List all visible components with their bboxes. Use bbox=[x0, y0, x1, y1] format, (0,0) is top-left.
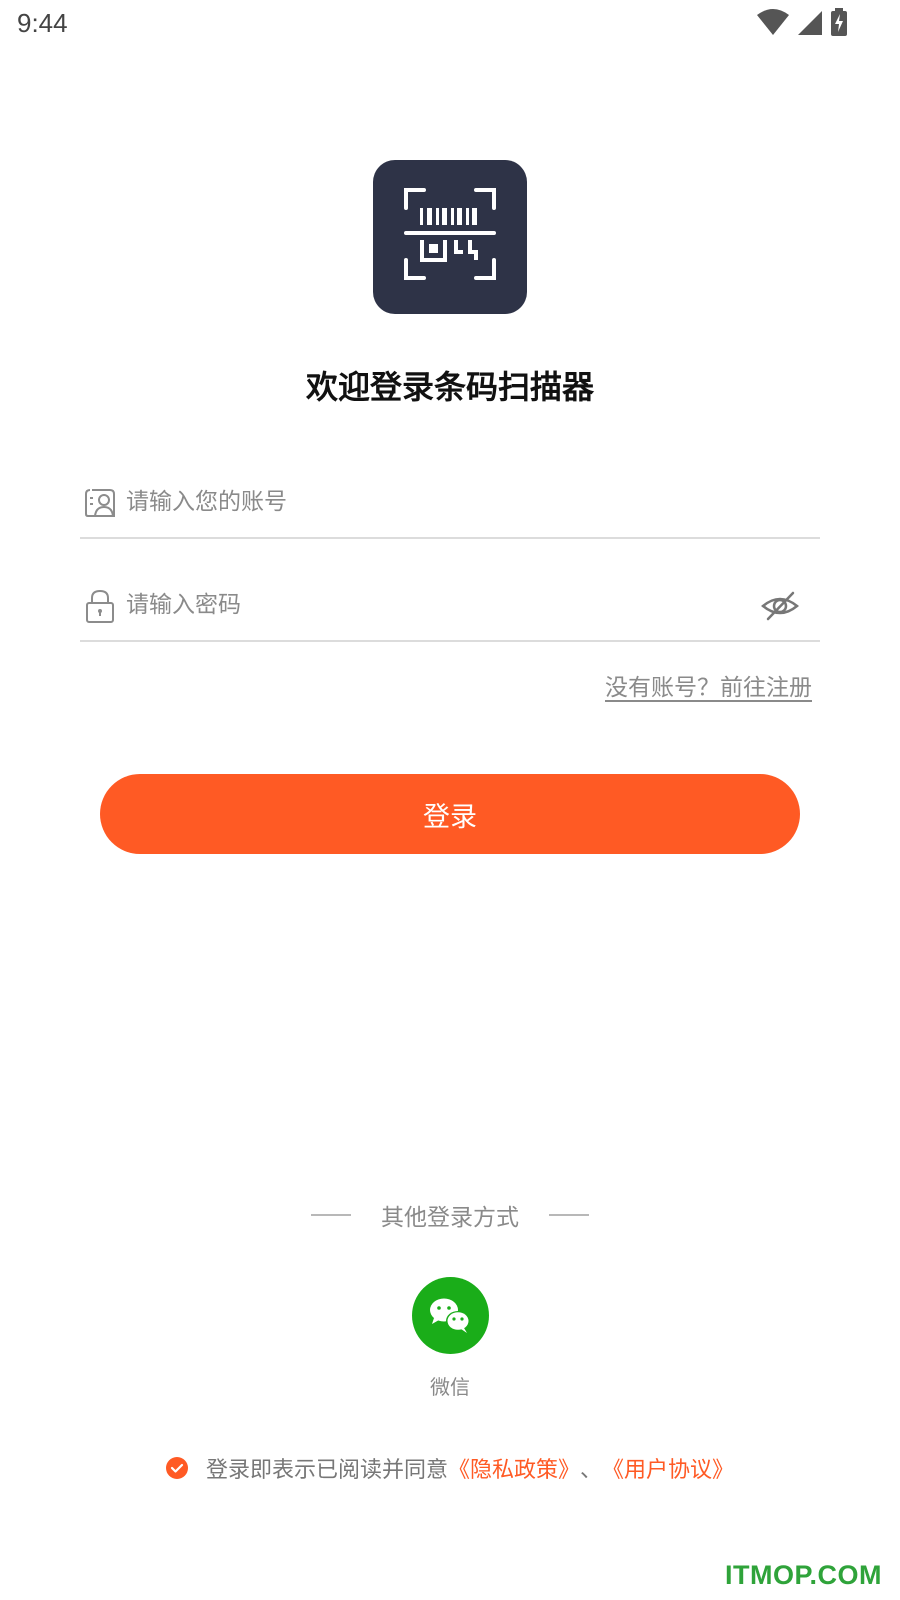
agreement-prefix: 登录即表示已阅读并同意 bbox=[205, 1458, 448, 1483]
wechat-icon bbox=[430, 1298, 470, 1333]
divider-line-left bbox=[311, 1214, 351, 1216]
other-login-divider: 其他登录方式 bbox=[0, 1198, 900, 1232]
wifi-icon bbox=[757, 9, 789, 35]
user-agreement-link[interactable]: 《用户协议》 bbox=[602, 1452, 734, 1484]
account-field bbox=[80, 465, 820, 539]
app-logo bbox=[373, 160, 527, 314]
barcode-scanner-icon bbox=[404, 188, 496, 280]
login-button[interactable]: 登录 bbox=[100, 774, 800, 854]
account-input[interactable] bbox=[126, 481, 726, 523]
account-icon bbox=[85, 489, 115, 517]
status-icons bbox=[756, 8, 848, 36]
checkbox-checked-icon[interactable] bbox=[165, 1457, 188, 1479]
agreement-separator: 、 bbox=[580, 1458, 603, 1483]
status-bar: 9:44 bbox=[0, 0, 900, 48]
battery-charging-icon bbox=[831, 8, 847, 36]
watermark: ITMOP.COM bbox=[724, 1560, 882, 1590]
password-input[interactable] bbox=[126, 584, 726, 626]
register-link[interactable]: 没有账号？前往注册 bbox=[605, 668, 812, 702]
wechat-label: 微信 bbox=[430, 1375, 470, 1399]
other-login-label: 其他登录方式 bbox=[381, 1205, 519, 1231]
lock-icon bbox=[86, 589, 114, 623]
divider-line-right bbox=[549, 1214, 589, 1216]
signal-icon bbox=[798, 11, 822, 35]
eye-hidden-icon[interactable] bbox=[760, 588, 800, 624]
privacy-policy-link[interactable]: 《隐私政策》 bbox=[448, 1452, 580, 1484]
password-field bbox=[80, 568, 820, 642]
wechat-login-button[interactable] bbox=[412, 1277, 489, 1354]
agreement: 登录即表示已阅读并同意 《隐私政策》 、 《用户协议》 bbox=[0, 1452, 900, 1484]
status-time: 9:44 bbox=[17, 8, 68, 38]
welcome-title: 欢迎登录条码扫描器 bbox=[305, 368, 594, 406]
